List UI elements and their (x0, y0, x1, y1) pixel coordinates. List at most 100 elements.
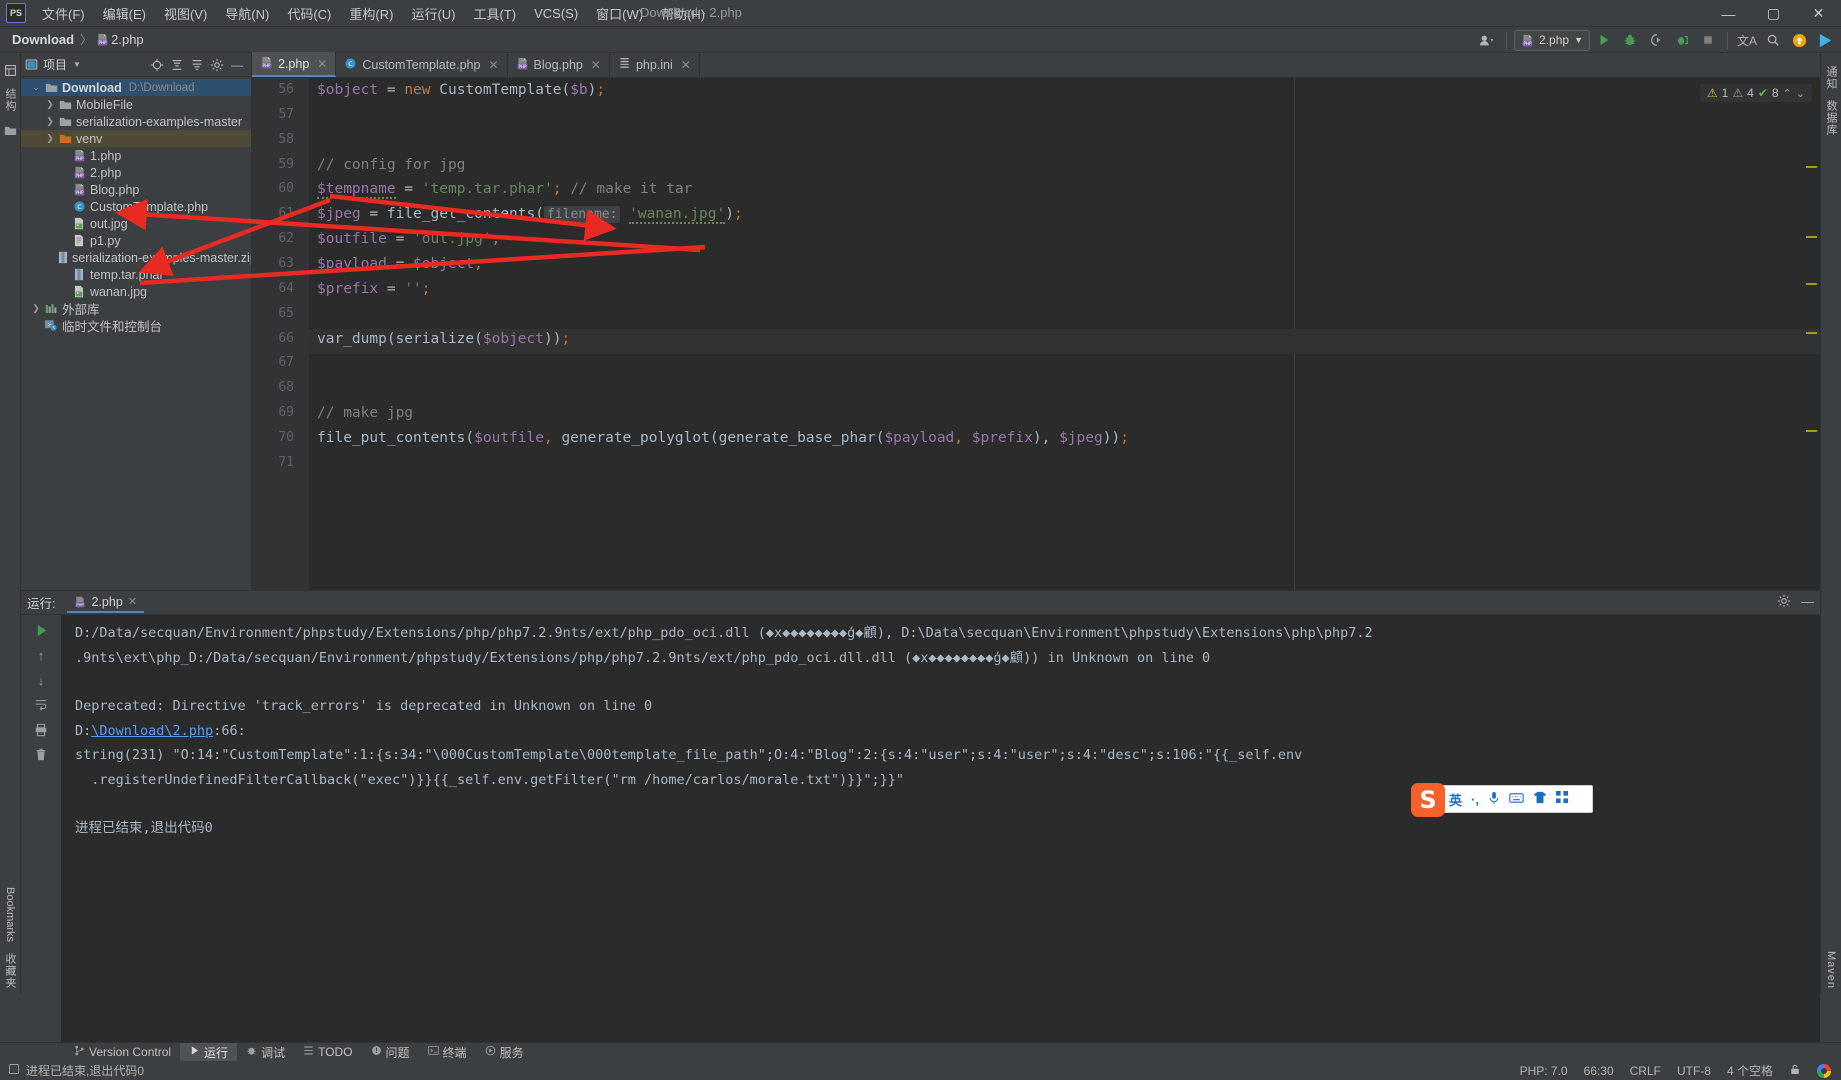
search-icon[interactable] (1761, 29, 1785, 51)
print-icon[interactable] (30, 719, 52, 741)
collapse-all-icon[interactable] (187, 55, 207, 75)
tree-node-temp-tar-phar[interactable]: temp.tar.phar (21, 266, 251, 283)
profiler-button[interactable] (1670, 29, 1694, 51)
chevron-right-icon[interactable]: ❯ (43, 99, 57, 110)
database-tool-label[interactable]: 数据库 (1823, 95, 1839, 141)
chevron-right-icon[interactable]: ❯ (43, 133, 57, 144)
code-line[interactable]: file_put_contents($outfile, generate_pol… (317, 430, 1129, 446)
gear-icon[interactable] (207, 55, 227, 75)
folder-tool-icon[interactable] (1, 121, 19, 139)
tool-window-button--[interactable]: 运行 (180, 1042, 238, 1062)
update-icon[interactable] (1787, 29, 1811, 51)
close-icon[interactable]: ✕ (488, 58, 498, 72)
minimize-panel-icon[interactable]: — (1801, 594, 1814, 611)
chevron-right-icon[interactable]: ❯ (29, 303, 43, 314)
code-line[interactable]: var_dump(serialize($object)); (317, 331, 570, 347)
editor-tab-php-ini[interactable]: php.ini ✕ (610, 52, 700, 77)
tool-window-button--[interactable]: 调试 (237, 1043, 294, 1062)
code-line[interactable]: $object = new CustomTemplate($b); (317, 82, 605, 98)
tree-node-serialization-examples-master[interactable]: ❯ serialization-examples-master (21, 113, 251, 130)
tree-node-out-jpg[interactable]: out.jpg (21, 215, 251, 232)
code-line[interactable]: $prefix = ''; (317, 281, 431, 297)
menu-vcs[interactable]: VCS(S) (526, 3, 586, 24)
tool-window-button--[interactable]: 终端 (419, 1043, 476, 1062)
breadcrumb-file[interactable]: 2.php (109, 32, 146, 47)
editor-tab-blog-php[interactable]: PHP Blog.php ✕ (508, 52, 610, 77)
expand-all-icon[interactable] (167, 55, 187, 75)
maven-tool-label[interactable]: Maven (1825, 946, 1837, 994)
close-button[interactable]: ✕ (1796, 0, 1841, 27)
lock-icon[interactable] (1789, 1063, 1801, 1079)
chevron-down-icon[interactable]: ⌄ (29, 82, 43, 93)
keyboard-icon[interactable] (1509, 792, 1524, 807)
stop-button[interactable] (1696, 29, 1720, 51)
code-line[interactable]: $tempname = 'temp.tar.phar'; // make it … (317, 181, 692, 200)
favorites-tool-label[interactable]: 收藏夹 (2, 948, 18, 994)
minimize-button[interactable]: — (1706, 0, 1751, 27)
chrome-icon[interactable] (1817, 1063, 1831, 1078)
run-tab-2php[interactable]: PHP 2.php ✕ (67, 593, 144, 613)
chevron-down-icon[interactable]: ▼ (67, 55, 87, 75)
menu-refactor[interactable]: 重构(R) (341, 1, 401, 26)
indent-indicator[interactable]: 4 个空格 (1727, 1062, 1773, 1079)
caret-position-indicator[interactable]: 66:30 (1584, 1064, 1614, 1078)
menu-view[interactable]: 视图(V) (156, 1, 215, 26)
menu-file[interactable]: 文件(F) (34, 1, 93, 26)
tree-node-1-php[interactable]: PHP 1.php (21, 147, 251, 164)
apps-icon[interactable] (1555, 791, 1569, 807)
tree-node-download[interactable]: ⌄ Download D:\Download (21, 79, 251, 96)
menu-tools[interactable]: 工具(T) (465, 1, 524, 26)
previous-problem-icon[interactable]: ⌃ (1783, 87, 1792, 100)
tree-node-wanan-jpg[interactable]: wanan.jpg (21, 283, 251, 300)
next-problem-icon[interactable]: ⌄ (1796, 87, 1805, 100)
tool-window-button-todo[interactable]: TODO (294, 1043, 361, 1062)
breadcrumb-project[interactable]: Download (10, 32, 76, 47)
notifications-tool-label[interactable]: 通知 (1823, 61, 1839, 95)
code-line[interactable]: $jpeg = file_get_contents(filename: 'wan… (317, 206, 743, 225)
run-configuration-selector[interactable]: PHP 2.php ▼ (1514, 29, 1590, 51)
clear-icon[interactable] (30, 744, 52, 766)
scroll-down-icon[interactable]: ↓ (30, 669, 52, 691)
tree-node-p1-py[interactable]: p1.py (21, 232, 251, 249)
tree-node-blog-php[interactable]: PHP Blog.php (21, 181, 251, 198)
tree-node-2-php[interactable]: PHP 2.php (21, 164, 251, 181)
close-icon[interactable]: ✕ (591, 58, 601, 72)
tree-node-mobilefile[interactable]: ❯ MobileFile (21, 96, 251, 113)
soft-wrap-icon[interactable] (30, 694, 52, 716)
tree-node-customtemplate-php[interactable]: C CustomTemplate.php (21, 198, 251, 215)
play-icon[interactable] (1813, 29, 1837, 51)
sogou-ime-bar[interactable]: S 英 ·, (1411, 783, 1593, 817)
menu-code[interactable]: 代码(C) (279, 1, 339, 26)
editor-tab-2-php[interactable]: PHP 2.php ✕ (252, 52, 337, 77)
avatar-icon[interactable] (1475, 29, 1499, 51)
tool-window-button--[interactable]: 服务 (476, 1043, 533, 1062)
close-icon[interactable]: ✕ (128, 595, 137, 608)
run-button[interactable] (1592, 29, 1616, 51)
bookmarks-tool-label[interactable]: Bookmarks (4, 887, 16, 948)
gear-icon[interactable] (1777, 594, 1791, 611)
chevron-right-icon[interactable]: ❯ (43, 116, 57, 127)
tool-window-button--[interactable]: 问题 (362, 1043, 419, 1062)
menu-run[interactable]: 运行(U) (403, 1, 463, 26)
menu-edit[interactable]: 编辑(E) (95, 1, 154, 26)
project-tool-icon[interactable] (1, 61, 19, 79)
mic-icon[interactable] (1488, 791, 1500, 808)
ime-punctuation-icon[interactable]: ·, (1471, 792, 1479, 807)
scroll-up-icon[interactable]: ↑ (30, 644, 52, 666)
code-line[interactable]: $outfile = 'out.jpg'; (317, 231, 500, 247)
skin-icon[interactable] (1533, 791, 1547, 807)
code-line[interactable]: // make jpg (317, 405, 413, 421)
console-file-link[interactable]: \Download\2.php (91, 723, 213, 739)
code-line[interactable]: $payload = $object; (317, 256, 483, 272)
close-icon[interactable]: ✕ (317, 57, 327, 71)
debug-button[interactable] (1618, 29, 1642, 51)
locate-icon[interactable] (147, 55, 167, 75)
php-version-indicator[interactable]: PHP: 7.0 (1520, 1064, 1568, 1078)
tool-window-button-version-control[interactable]: Version Control (65, 1043, 180, 1062)
minimize-panel-icon[interactable]: — (227, 55, 247, 75)
tree-node--[interactable]: ❯ 外部库 (21, 300, 251, 317)
maximize-button[interactable]: ▢ (1751, 0, 1796, 27)
encoding-indicator[interactable]: UTF-8 (1677, 1064, 1711, 1078)
coverage-button[interactable] (1644, 29, 1668, 51)
translate-icon[interactable]: 文A (1735, 29, 1759, 51)
